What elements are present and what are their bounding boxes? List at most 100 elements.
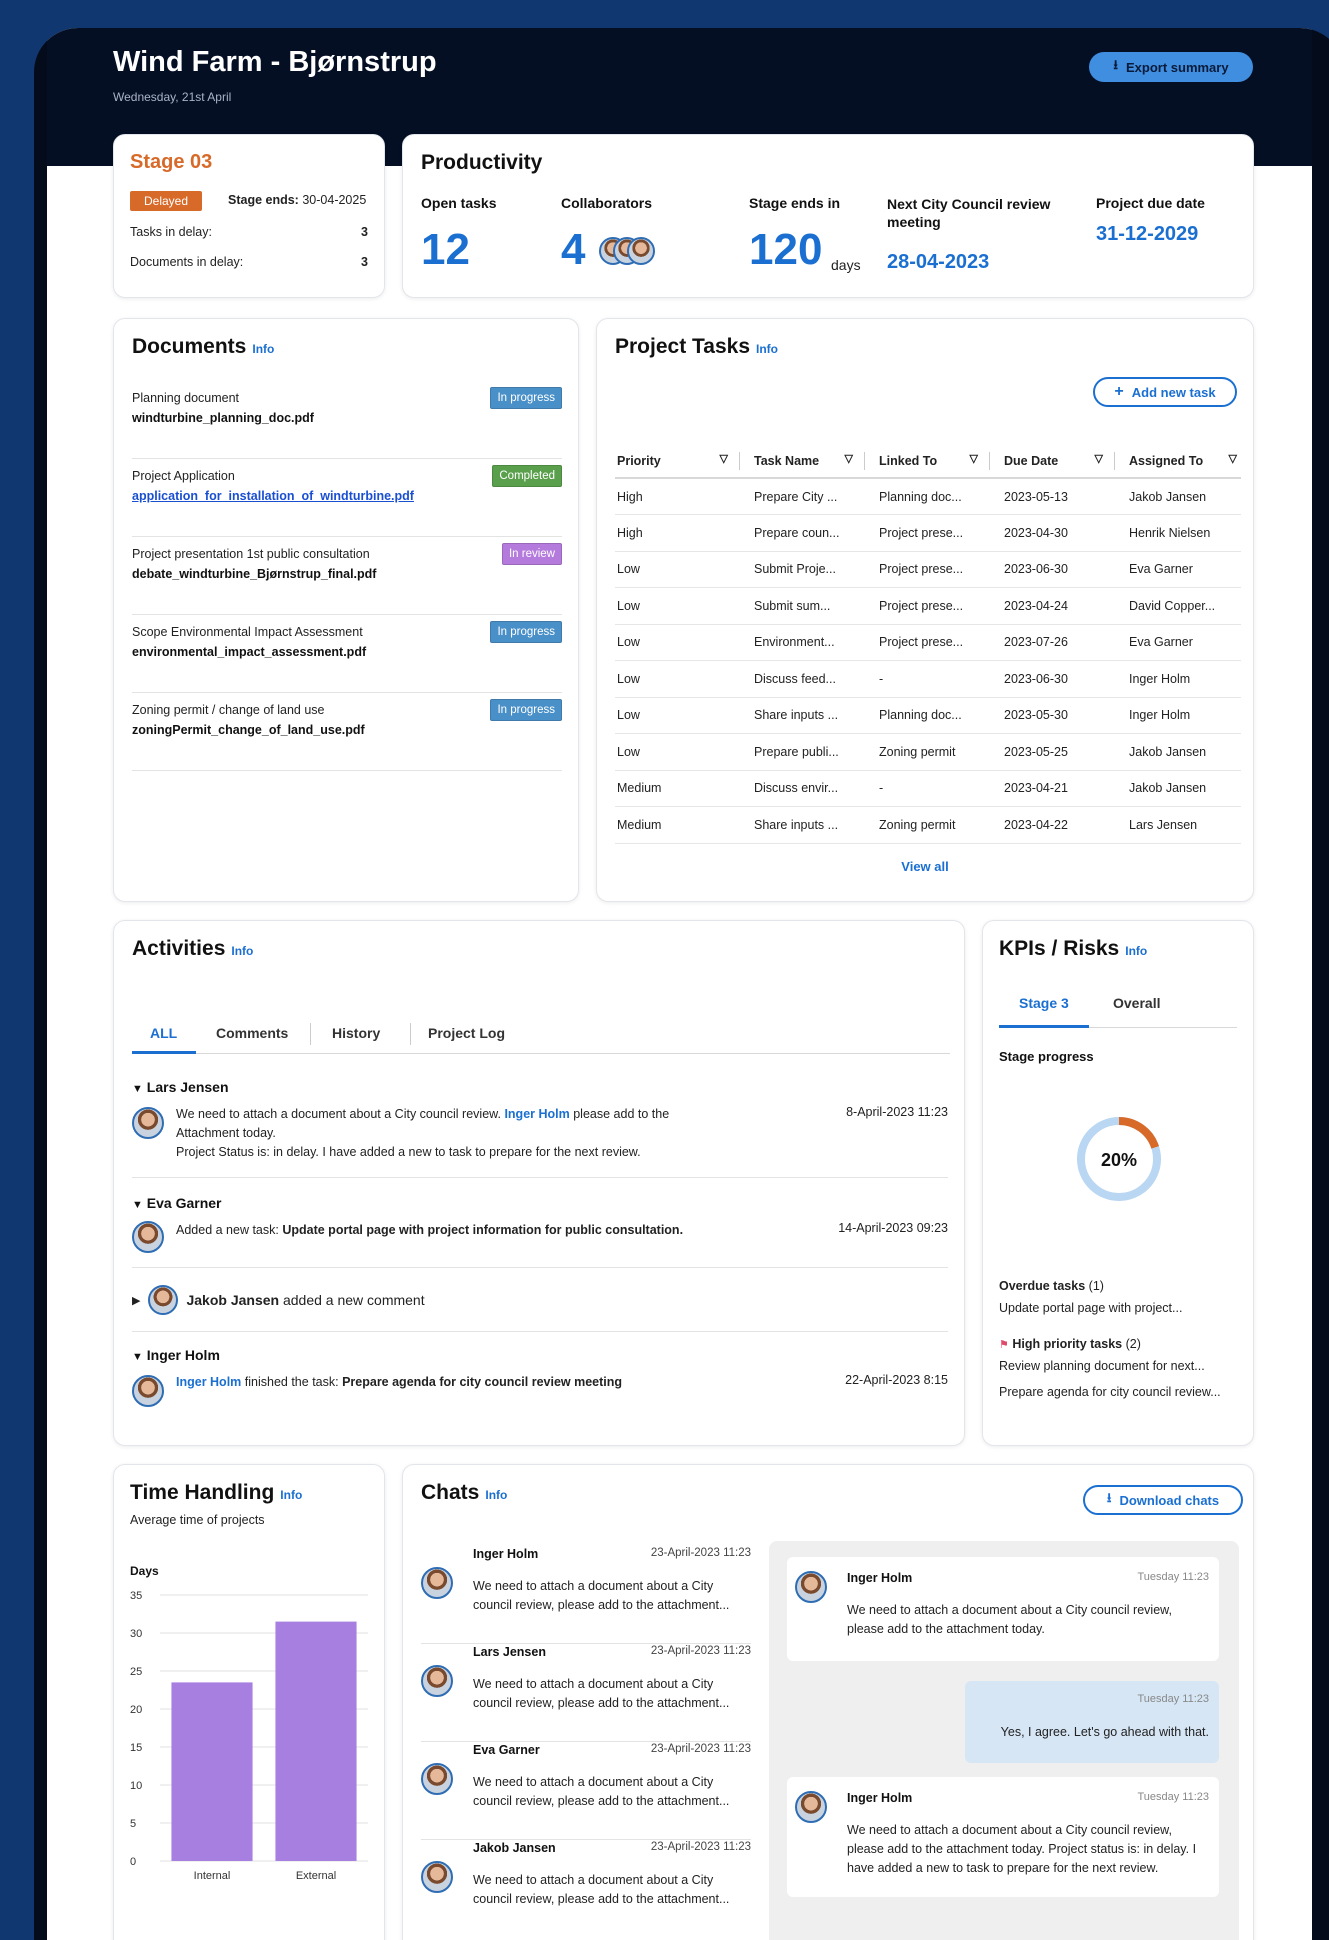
document-file[interactable]: environmental_impact_assessment.pdf: [132, 645, 366, 659]
stage-ends-in-value: 120: [749, 225, 823, 274]
chat-message-text: We need to attach a document about a Cit…: [847, 1603, 1172, 1636]
activity-body: We need to attach a document about a Cit…: [176, 1107, 501, 1121]
stage-progress-label: Stage progress: [999, 1049, 1094, 1064]
tab-all[interactable]: ALL: [150, 1025, 177, 1041]
sort-caret-icon[interactable]: ▽: [1095, 452, 1103, 465]
activity-author: Jakob Jansen: [186, 1292, 280, 1308]
avatar: [421, 1567, 453, 1599]
avatar: [132, 1107, 164, 1139]
high-priority-tasks[interactable]: ⚑ High priority tasks (2): [999, 1337, 1141, 1351]
activity-group-lars[interactable]: ▼ Lars Jensen: [132, 1079, 229, 1095]
table-cell: Planning doc...: [865, 697, 990, 734]
tasks-info-link[interactable]: Info: [756, 342, 778, 356]
council-meeting-label: Next City Council review meeting: [887, 196, 1051, 230]
chats-info-link[interactable]: Info: [485, 1488, 507, 1502]
view-all-link[interactable]: View all: [597, 859, 1253, 874]
tasks-title: Project Tasks Info: [615, 335, 778, 359]
column-linked-to[interactable]: Linked To ▽: [865, 444, 990, 479]
column-due-date[interactable]: Due Date ▽: [990, 444, 1115, 479]
high-priority-item[interactable]: Review planning document for next...: [999, 1359, 1205, 1373]
activity-text: Added a new task: Update portal page wit…: [176, 1221, 746, 1240]
chat-list-item[interactable]: Jakob Jansen 23-April-2023 11:23 We need…: [421, 1841, 751, 1937]
table-row[interactable]: Medium Discuss envir... -2023-04-21 Jakob J…: [615, 770, 1241, 807]
time-handling-info-link[interactable]: Info: [280, 1488, 302, 1502]
column-task-name[interactable]: Task Name ▽: [740, 444, 865, 479]
mention-link[interactable]: Inger Holm: [176, 1375, 241, 1389]
activity-body: Project Status is: in delay. I have adde…: [176, 1145, 641, 1159]
document-row[interactable]: Scope Environmental Impact Assessment en…: [132, 615, 562, 693]
overdue-item[interactable]: Update portal page with project...: [999, 1301, 1182, 1315]
add-new-task-button[interactable]: + Add new task: [1093, 377, 1237, 407]
table-cell: Lars Jensen: [1115, 806, 1241, 844]
column-priority[interactable]: Priority ▽: [615, 444, 740, 479]
sort-caret-icon[interactable]: ▽: [970, 452, 978, 465]
tab-project-log[interactable]: Project Log: [428, 1025, 505, 1041]
tasks-table: Priority ▽ Task Name ▽ Linked To ▽ Due Date…: [615, 444, 1241, 844]
activity-group-jakob[interactable]: ▶ Jakob Jansen added a new comment: [132, 1285, 425, 1315]
table-row[interactable]: Low Submit Proje... Project prese... 2023-0…: [615, 551, 1241, 588]
sort-caret-icon[interactable]: ▽: [1229, 452, 1237, 465]
activity-group-eva[interactable]: ▼ Eva Garner: [132, 1195, 222, 1211]
chat-list-item[interactable]: Lars Jensen 23-April-2023 11:23 We need …: [421, 1645, 751, 1741]
activity-group-inger[interactable]: ▼ Inger Holm: [132, 1347, 220, 1363]
document-row[interactable]: Planning document windturbine_planning_d…: [132, 381, 562, 459]
table-row[interactable]: Low Environment... Project prese... 2023-07…: [615, 624, 1241, 661]
table-row[interactable]: Low Share inputs ... Planning doc... 2023-0…: [615, 697, 1241, 734]
document-file[interactable]: zoningPermit_change_of_land_use.pdf: [132, 723, 365, 737]
column-assigned-to[interactable]: Assigned To ▽: [1115, 444, 1241, 479]
y-axis-label: Days: [130, 1564, 159, 1578]
tab-comments[interactable]: Comments: [216, 1025, 288, 1041]
high-priority-count: (2): [1125, 1337, 1141, 1351]
document-title: Project Application: [132, 469, 235, 483]
chat-message-time: Tuesday 11:23: [1137, 1791, 1209, 1803]
document-row[interactable]: Project Application application_for_inst…: [132, 459, 562, 537]
chat-list-item[interactable]: Inger Holm 23-April-2023 11:23 We need t…: [421, 1547, 751, 1643]
x-tick-label: Internal: [194, 1870, 231, 1881]
document-row[interactable]: Project presentation 1st public consulta…: [132, 537, 562, 615]
sort-caret-icon[interactable]: ▽: [720, 452, 728, 465]
tab-stage-3[interactable]: Stage 3: [1019, 995, 1069, 1011]
document-row[interactable]: Zoning permit / change of land use zonin…: [132, 693, 562, 771]
table-row[interactable]: Low Submit sum... Project prese... 2023-04-…: [615, 587, 1241, 625]
activity-tabs-underline: [132, 1053, 950, 1054]
overdue-tasks[interactable]: Overdue tasks (1): [999, 1279, 1104, 1293]
chats-card: Chats Info ⭳ Download chats Inger Holm 23…: [402, 1464, 1254, 1940]
table-row[interactable]: High Prepare City ... Planning doc... 2023-…: [615, 478, 1241, 515]
chat-list-item[interactable]: Eva Garner 23-April-2023 11:23 We need t…: [421, 1743, 751, 1839]
high-priority-item[interactable]: Prepare agenda for city council review..…: [999, 1385, 1221, 1399]
table-cell: Prepare publi...: [740, 733, 865, 771]
tab-overall[interactable]: Overall: [1113, 995, 1160, 1011]
download-chats-button[interactable]: ⭳ Download chats: [1083, 1485, 1243, 1515]
export-summary-button[interactable]: ⭳ Export summary: [1089, 52, 1253, 82]
y-tick-label: 20: [130, 1704, 142, 1716]
activity-body: please add to the: [573, 1107, 670, 1121]
chat-time: 23-April-2023 11:23: [650, 1841, 751, 1853]
tab-history[interactable]: History: [332, 1025, 380, 1041]
download-icon: ⭳: [1113, 57, 1118, 72]
document-file-link[interactable]: application_for_installation_of_windturb…: [132, 489, 414, 503]
table-row[interactable]: High Prepare coun... Project prese... 2023-…: [615, 514, 1241, 552]
table-cell: 2023-05-25: [990, 733, 1115, 771]
sort-caret-icon[interactable]: ▽: [845, 452, 853, 465]
table-row[interactable]: Low Discuss feed... -2023-06-30 Inger Holm: [615, 660, 1241, 698]
table-cell: 2023-06-30: [990, 660, 1115, 698]
tasks-title-text: Project Tasks: [615, 335, 751, 358]
council-meeting-value: 28-04-2023: [887, 251, 990, 273]
document-file[interactable]: debate_windturbine_Bjørnstrup_final.pdf: [132, 567, 376, 581]
mention-link[interactable]: Inger Holm: [504, 1107, 569, 1121]
documents-info-link[interactable]: Info: [252, 342, 274, 356]
document-file[interactable]: windturbine_planning_doc.pdf: [132, 411, 314, 425]
activities-info-link[interactable]: Info: [231, 944, 253, 958]
stage-ends-value: 30-04-2025: [302, 193, 367, 207]
task-name[interactable]: Prepare agenda for city council review m…: [342, 1375, 622, 1389]
bar: [275, 1621, 357, 1861]
collaborator-avatar-3[interactable]: [627, 237, 655, 265]
table-row[interactable]: Medium Share inputs ... Zoning permit 2023-…: [615, 806, 1241, 844]
task-name[interactable]: Update portal page with project informat…: [282, 1223, 683, 1237]
activity-body: added a new comment: [282, 1292, 425, 1308]
kpis-info-link[interactable]: Info: [1125, 944, 1147, 958]
time-handling-title-text: Time Handling: [130, 1481, 275, 1504]
table-row[interactable]: Low Prepare publi... Zoning permit 2023-05-…: [615, 733, 1241, 771]
table-cell: 2023-05-13: [990, 478, 1115, 515]
y-tick-label: 5: [130, 1818, 136, 1830]
